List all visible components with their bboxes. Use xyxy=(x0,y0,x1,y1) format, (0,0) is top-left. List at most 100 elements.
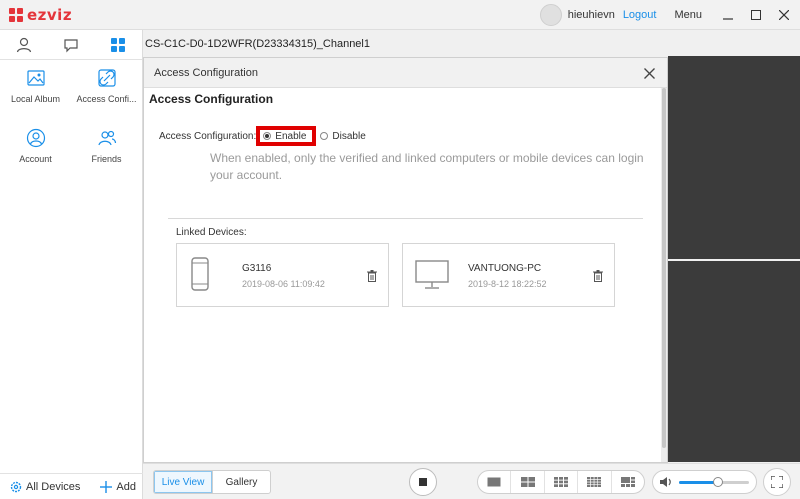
person-icon xyxy=(16,37,31,52)
layout-single-icon xyxy=(487,477,501,487)
logo-icon xyxy=(9,8,23,22)
sidebar-item-label: Account xyxy=(19,154,52,164)
view-switch: Live View Gallery xyxy=(153,470,271,494)
scrollbar[interactable] xyxy=(661,88,667,462)
enable-label: Enable xyxy=(275,130,307,142)
layout-quad-icon xyxy=(520,477,535,487)
dialog-titlebar: Access Configuration xyxy=(144,58,667,88)
all-devices-label: All Devices xyxy=(26,480,81,493)
layout-1-button[interactable] xyxy=(478,471,512,493)
section-title: Access Configuration xyxy=(149,92,274,106)
config-label: Access Configuration: xyxy=(159,130,257,142)
layout-4-button[interactable] xyxy=(511,471,545,493)
add-device-button[interactable]: Add xyxy=(100,480,136,493)
radio-selected-icon xyxy=(263,132,272,140)
disable-label: Disable xyxy=(332,130,366,142)
layout-custom-button[interactable] xyxy=(612,471,644,493)
sidebar-tabs xyxy=(0,30,142,60)
trash-icon xyxy=(593,270,603,282)
avatar[interactable] xyxy=(539,4,562,26)
scrollbar-thumb[interactable] xyxy=(662,88,666,448)
dialog-body: Access Configuration Access Configuratio… xyxy=(144,88,667,462)
access-config-row: Access Configuration: Enable Disable xyxy=(159,126,366,146)
add-label: Add xyxy=(116,480,136,493)
username: hieuhievn xyxy=(567,9,615,21)
tab-messages[interactable] xyxy=(47,30,94,59)
sidebar-item-label: Local Album xyxy=(10,94,61,104)
layout-custom-icon xyxy=(620,477,635,487)
video-divider xyxy=(668,259,800,261)
maximize-button[interactable] xyxy=(744,3,768,27)
divider xyxy=(168,218,643,219)
access-config-dialog: Access Configuration Access Configuratio… xyxy=(143,57,668,463)
stop-icon xyxy=(419,478,427,486)
volume-knob[interactable] xyxy=(712,476,723,487)
friends-icon xyxy=(97,130,116,146)
tab-tools[interactable] xyxy=(95,30,142,59)
minimize-icon xyxy=(723,18,733,20)
delete-device-button[interactable] xyxy=(367,270,377,285)
device-date: 2019-8-12 18:22:52 xyxy=(468,279,547,289)
device-card: G3116 2019-08-06 11:09:42 xyxy=(176,243,389,307)
gear-icon xyxy=(10,481,22,492)
enable-highlight: Enable xyxy=(256,126,317,146)
dialog-close-button[interactable] xyxy=(641,65,657,81)
sidebar-item-friends[interactable]: Friends xyxy=(71,128,142,188)
grid-icon xyxy=(111,37,126,52)
sidebar: Local Album Access Confi... Account Frie… xyxy=(0,30,143,499)
trash-icon xyxy=(367,270,377,282)
sidebar-item-access-config[interactable]: Access Confi... xyxy=(71,68,142,128)
monitor-icon xyxy=(415,260,449,293)
maximize-icon xyxy=(751,10,761,20)
sidebar-footer: All Devices Add xyxy=(0,473,143,499)
ezviz-logo: ezviz xyxy=(8,6,72,24)
plus-icon xyxy=(100,480,113,493)
tab-account[interactable] xyxy=(0,30,47,59)
fullscreen-icon xyxy=(771,476,783,488)
close-icon xyxy=(779,10,789,20)
disable-radio[interactable]: Disable xyxy=(320,130,366,142)
minimize-button[interactable] xyxy=(716,3,740,27)
logo-text: ezviz xyxy=(27,6,73,24)
sidebar-item-label: Friends xyxy=(91,154,122,164)
sidebar-item-label: Access Confi... xyxy=(76,94,137,104)
layout-sixteen-icon xyxy=(587,477,602,487)
channel-title: CS-C1C-D0-1D2WFR(D23334315)_Channel1 xyxy=(145,38,370,50)
device-card: VANTUONG-PC 2019-8-12 18:22:52 xyxy=(402,243,615,307)
delete-device-button[interactable] xyxy=(593,270,603,285)
logout-link[interactable]: Logout xyxy=(623,9,657,21)
layout-16-button[interactable] xyxy=(578,471,612,493)
sidebar-item-local-album[interactable]: Local Album xyxy=(0,68,71,128)
radio-unselected-icon xyxy=(320,132,329,140)
image-icon xyxy=(26,70,45,86)
layout-selector xyxy=(477,470,645,494)
close-window-button[interactable] xyxy=(772,3,796,27)
account-icon xyxy=(26,128,45,148)
video-panel[interactable] xyxy=(668,56,800,462)
enable-radio[interactable]: Enable xyxy=(263,131,306,142)
device-name: VANTUONG-PC xyxy=(468,263,542,274)
stop-button[interactable] xyxy=(409,468,437,496)
layout-nine-icon xyxy=(554,477,569,487)
volume-control xyxy=(652,470,757,494)
all-devices-button[interactable]: All Devices xyxy=(10,481,80,493)
title-bar: ezviz hieuhievn Logout Menu xyxy=(0,0,800,30)
layout-9-button[interactable] xyxy=(545,471,579,493)
chat-icon xyxy=(64,38,78,52)
tab-live-view[interactable]: Live View xyxy=(154,471,212,493)
tab-gallery[interactable]: Gallery xyxy=(212,471,270,493)
bottom-toolbar: Live View Gallery xyxy=(143,463,800,499)
volume-fill xyxy=(679,480,718,484)
device-date: 2019-08-06 11:09:42 xyxy=(242,279,325,289)
sidebar-item-account[interactable]: Account xyxy=(0,128,71,188)
link-icon xyxy=(97,69,116,87)
fullscreen-button[interactable] xyxy=(763,468,791,496)
menu-button[interactable]: Menu xyxy=(674,9,702,21)
linked-devices-label: Linked Devices: xyxy=(176,227,247,238)
hint-text: When enabled, only the verified and link… xyxy=(210,151,644,182)
speaker-icon[interactable] xyxy=(659,476,673,488)
dialog-title: Access Configuration xyxy=(154,66,258,79)
volume-slider[interactable] xyxy=(679,476,749,487)
close-icon xyxy=(643,67,655,79)
device-name: G3116 xyxy=(242,263,272,274)
